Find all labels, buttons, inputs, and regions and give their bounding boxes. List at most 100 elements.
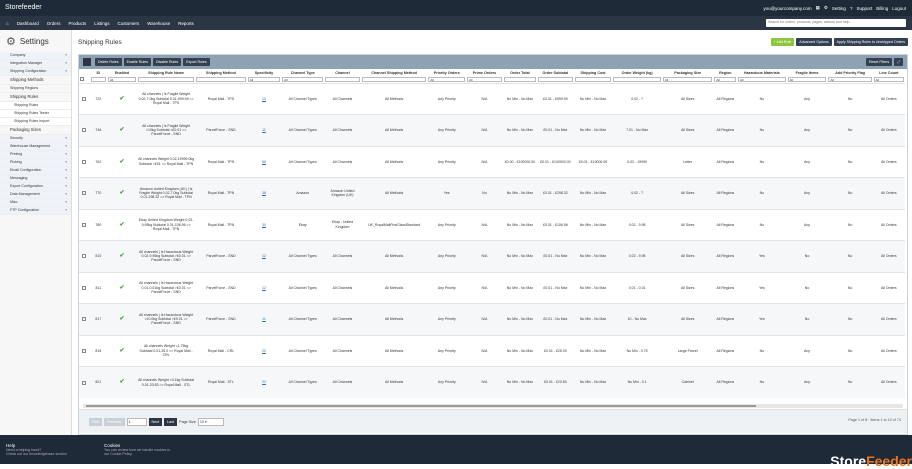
global-search-input[interactable]: Search for orders, products, pages, acti… bbox=[766, 19, 906, 27]
sidebar-item[interactable]: Picking ▾ bbox=[0, 159, 71, 167]
row-checkbox[interactable] bbox=[82, 317, 87, 322]
column-filter-input[interactable] bbox=[574, 76, 612, 82]
column-header[interactable]: Order Total bbox=[503, 69, 537, 76]
table-row[interactable]: 770 ✔ Amazon United Kingdom (UK) | Is Frag… bbox=[79, 177, 905, 209]
column-header[interactable]: Prime Orders bbox=[466, 69, 503, 76]
column-header[interactable]: Line Count bbox=[873, 69, 905, 76]
row-checkbox[interactable] bbox=[82, 96, 87, 101]
specificity-link[interactable]: 13 bbox=[262, 97, 266, 101]
column-header[interactable]: Order Weight (kg) bbox=[612, 69, 661, 76]
column-filter-input[interactable]: All bbox=[873, 76, 904, 82]
specificity-link[interactable]: 11 bbox=[262, 317, 266, 321]
table-row[interactable]: 818 ✔ All channels Weight <1.75kg Subtotal… bbox=[79, 334, 905, 367]
specificity-link[interactable]: 38 bbox=[262, 191, 266, 195]
specificity-link[interactable]: 55 bbox=[262, 160, 266, 164]
column-header[interactable]: Shipping Method bbox=[195, 69, 247, 76]
column-filter-input[interactable]: All bbox=[738, 76, 786, 82]
column-filter-input[interactable]: All bbox=[107, 76, 137, 82]
expand-icon[interactable]: ⤢ bbox=[894, 58, 903, 66]
column-header[interactable]: Specificity bbox=[247, 69, 281, 76]
column-filter-input[interactable] bbox=[503, 76, 537, 82]
next-page-button[interactable]: Next bbox=[148, 417, 163, 426]
select-all-checkbox[interactable] bbox=[80, 77, 84, 82]
column-header[interactable]: Packaging Size bbox=[662, 69, 714, 76]
enable-rules-button[interactable]: Enable Rules bbox=[123, 58, 151, 66]
sidebar-item[interactable]: Shipping Methods bbox=[0, 76, 71, 85]
billing-link[interactable]: Billing bbox=[876, 6, 888, 11]
column-filter-input[interactable] bbox=[361, 76, 427, 82]
column-filter-input[interactable]: All bbox=[282, 76, 324, 82]
column-filter-input[interactable]: All bbox=[787, 76, 827, 82]
advanced-options-button[interactable]: Advanced Options bbox=[796, 38, 832, 46]
horizontal-scrollbar[interactable] bbox=[83, 404, 903, 408]
settings-link[interactable]: Setting bbox=[832, 6, 846, 11]
delete-rules-button[interactable]: Delete Rules bbox=[95, 58, 122, 66]
column-filter-input[interactable] bbox=[325, 76, 360, 82]
column-header[interactable]: Shipping Cost bbox=[574, 69, 613, 76]
grid-menu-icon[interactable] bbox=[83, 58, 91, 66]
last-page-button[interactable]: Last bbox=[164, 417, 178, 426]
column-header[interactable]: Region bbox=[713, 69, 737, 76]
sidebar-item[interactable]: Warehouse Management ▾ bbox=[0, 143, 71, 151]
column-filter-input[interactable] bbox=[138, 76, 195, 82]
column-filter-input[interactable]: All bbox=[247, 76, 281, 82]
column-header[interactable]: Order Subtotal bbox=[537, 69, 574, 76]
sidebar-item[interactable]: Company ▾ bbox=[0, 52, 71, 60]
table-row[interactable]: 817 ✔ All channels | Is Hazardous Weight >… bbox=[79, 303, 905, 335]
column-filter-input[interactable] bbox=[613, 76, 661, 82]
sidebar-item[interactable]: Shipping Regions bbox=[0, 85, 71, 93]
column-header[interactable]: Hazardous Materials bbox=[737, 69, 786, 76]
first-page-button[interactable]: First bbox=[89, 417, 103, 426]
column-header[interactable]: Fragile Items bbox=[787, 69, 828, 76]
sidebar-item[interactable]: Printing ▾ bbox=[0, 151, 71, 159]
page-size-select[interactable]: 10 ▾ bbox=[197, 417, 224, 426]
reset-filters-button[interactable]: Reset Filters bbox=[865, 58, 893, 66]
sidebar-item[interactable]: Shipping Rules Import bbox=[0, 118, 71, 126]
add-rule-button[interactable]: + Add Rule bbox=[770, 38, 795, 46]
row-checkbox[interactable] bbox=[82, 128, 87, 133]
column-filter-input[interactable] bbox=[196, 76, 246, 82]
row-checkbox[interactable] bbox=[82, 159, 87, 164]
table-row[interactable]: 810 ✔ All channels | Is Hazardous Weight 0… bbox=[79, 240, 905, 272]
column-filter-input[interactable]: All bbox=[828, 76, 872, 82]
column-header[interactable]: Add Priority Flag bbox=[827, 69, 872, 76]
specificity-link[interactable]: 30 bbox=[262, 223, 266, 227]
logout-link[interactable]: Logout bbox=[892, 6, 906, 11]
sidebar-item[interactable]: Shipping Rules bbox=[0, 102, 71, 110]
row-checkbox[interactable] bbox=[82, 380, 87, 385]
row-checkbox[interactable] bbox=[82, 254, 87, 259]
grid-icon[interactable]: ▦ bbox=[816, 5, 820, 11]
page-number-input[interactable]: 1 bbox=[126, 417, 147, 426]
table-row[interactable]: 821 ✔ All channels Weight <0.1kg Subtotal … bbox=[79, 366, 905, 398]
column-header[interactable]: ID bbox=[90, 69, 107, 76]
user-email[interactable]: you@yourcompany.com bbox=[763, 6, 811, 11]
specificity-link[interactable]: 22 bbox=[262, 380, 266, 384]
column-filter-input[interactable]: All bbox=[428, 76, 466, 82]
table-row[interactable]: 811 ✔ All channels | Is Hazardous Weight 0… bbox=[79, 271, 905, 304]
sidebar-item[interactable]: Misc ▾ bbox=[0, 199, 71, 207]
column-filter-input[interactable]: All bbox=[714, 76, 737, 82]
sidebar-item[interactable]: Messaging ▾ bbox=[0, 175, 71, 183]
sidebar-item[interactable]: Integration Manager ▾ bbox=[0, 60, 71, 68]
specificity-link[interactable]: 22 bbox=[262, 349, 266, 353]
table-row[interactable]: 722 ✔ All channels | Is Fragile Weight 0.0… bbox=[79, 82, 905, 115]
column-filter-input[interactable] bbox=[538, 76, 573, 82]
specificity-link[interactable]: 11 bbox=[262, 128, 266, 132]
nav-orders[interactable]: Orders bbox=[47, 21, 61, 26]
sidebar-item[interactable]: Shipping Rules Tester bbox=[0, 110, 71, 118]
previous-page-button[interactable]: Previous bbox=[104, 417, 125, 426]
row-checkbox[interactable] bbox=[82, 191, 87, 196]
specificity-link[interactable]: 12 bbox=[262, 254, 266, 258]
nav-products[interactable]: Products bbox=[69, 21, 87, 26]
column-header[interactable]: Shipping Rule Name bbox=[137, 69, 195, 76]
specificity-link[interactable]: 12 bbox=[262, 286, 266, 290]
sidebar-item[interactable]: Packaging Sizes bbox=[0, 126, 71, 135]
table-row[interactable]: 762 ✔ All channels Weight 0.02-19999.0kg S… bbox=[79, 145, 905, 178]
column-filter-input[interactable]: All bbox=[662, 76, 713, 82]
sidebar-item[interactable]: Export Configuration ▾ bbox=[0, 183, 71, 191]
sidebar-item[interactable]: Security ▾ bbox=[0, 135, 71, 143]
cookie-policy-link[interactable]: our Cookie Policy bbox=[104, 452, 170, 456]
sidebar-item[interactable]: Shipping Configuration ▾ bbox=[0, 68, 71, 76]
nav-warehouse[interactable]: Warehouse bbox=[147, 21, 170, 26]
column-header[interactable]: Channel Shipping Method bbox=[361, 69, 428, 76]
